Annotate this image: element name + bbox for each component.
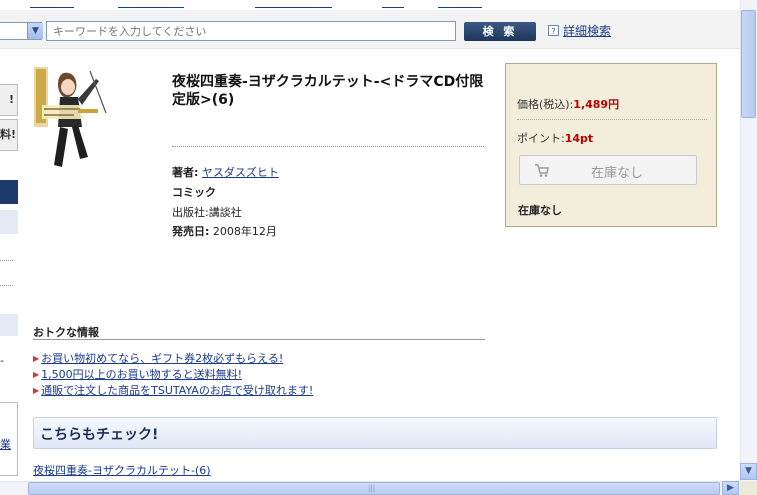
arrow-right-icon: ▶ bbox=[33, 386, 40, 395]
vertical-scroll-thumb[interactable] bbox=[741, 10, 756, 118]
release-row: 発売日: 2008年12月 bbox=[172, 223, 277, 239]
publisher-label: 出版社: bbox=[172, 206, 209, 219]
sidebar-promo-button[interactable]: ! bbox=[0, 84, 18, 116]
top-nav-link[interactable] bbox=[30, 0, 74, 10]
top-nav-link[interactable] bbox=[438, 0, 482, 10]
title-divider bbox=[172, 146, 484, 147]
sidebar-link[interactable]: - bbox=[0, 354, 4, 367]
author-link[interactable]: ヤスダスズヒト bbox=[202, 166, 279, 179]
search-input[interactable] bbox=[46, 21, 456, 41]
top-nav-link[interactable] bbox=[382, 0, 404, 10]
publisher-row: 出版社:講談社 bbox=[172, 204, 242, 220]
arrow-right-icon: ▶ bbox=[33, 354, 40, 363]
related-title: こちらもチェック! bbox=[40, 427, 159, 443]
price-row: 価格(税込):1,489円 bbox=[517, 96, 619, 112]
chevron-down-icon[interactable]: ▼ bbox=[27, 23, 43, 39]
author-row: 著者: ヤスダスズヒト bbox=[172, 164, 279, 180]
sidebar-divider bbox=[0, 285, 13, 286]
search-button[interactable]: 検 索 bbox=[464, 22, 536, 41]
author-label: 著者: bbox=[172, 166, 199, 179]
top-nav-link[interactable] bbox=[118, 0, 184, 10]
deals-divider bbox=[33, 339, 485, 340]
sidebar-promo-button[interactable]: 料! bbox=[0, 119, 18, 151]
top-nav bbox=[0, 0, 740, 10]
add-to-cart-label: 在庫なし bbox=[591, 166, 644, 181]
scroll-right-icon[interactable]: ▶ bbox=[722, 481, 739, 495]
point-label: ポイント: bbox=[517, 132, 565, 145]
scroll-down-icon[interactable]: ▼ bbox=[740, 463, 757, 480]
deal-link[interactable]: ▶ 通販で注文した商品をTSUTAYAのお店で受け取れます! bbox=[33, 382, 313, 398]
point-value: 14pt bbox=[564, 132, 594, 145]
arrow-right-icon: ▶ bbox=[33, 370, 40, 379]
purchase-divider bbox=[517, 119, 707, 120]
price-value: 1,489円 bbox=[573, 98, 620, 111]
question-icon: ? bbox=[548, 25, 559, 36]
sidebar-divider bbox=[0, 260, 13, 261]
grip-icon: ||| bbox=[368, 484, 376, 492]
deal-link[interactable]: ▶ 1,500円以上のお買い物すると送料無料! bbox=[33, 366, 242, 382]
product-cover-image[interactable] bbox=[34, 65, 114, 180]
sidebar-box-link[interactable]: 業 bbox=[0, 436, 11, 452]
related-item-link[interactable]: 夜桜四重奏-ヨザクラカルテット-(6) bbox=[33, 462, 211, 478]
release-date: 2008年12月 bbox=[212, 225, 277, 238]
sidebar-subheader bbox=[0, 210, 18, 234]
point-row: ポイント:14pt bbox=[517, 130, 593, 146]
sidebar-header bbox=[0, 180, 18, 204]
scrollbar-corner bbox=[740, 481, 757, 495]
release-label: 発売日: bbox=[172, 225, 210, 238]
category-label: コミック bbox=[172, 186, 216, 199]
deals-title: おトクな情報 bbox=[33, 326, 99, 339]
publisher-name: 講談社 bbox=[208, 206, 242, 219]
sidebar-subheader bbox=[0, 314, 18, 336]
product-title: 夜桜四重奏-ヨザクラカルテット-<ドラマCD付限定版>(6) bbox=[172, 74, 484, 108]
deal-link[interactable]: ▶ お買い物初めてなら、ギフト券2枚必ずもらえる! bbox=[33, 350, 283, 366]
advanced-search-link[interactable]: 詳細検索 bbox=[563, 22, 611, 39]
price-label: 価格(税込): bbox=[517, 98, 574, 111]
top-nav-link[interactable] bbox=[255, 0, 332, 10]
cart-icon bbox=[535, 164, 549, 177]
stock-status: 在庫なし bbox=[518, 204, 562, 217]
